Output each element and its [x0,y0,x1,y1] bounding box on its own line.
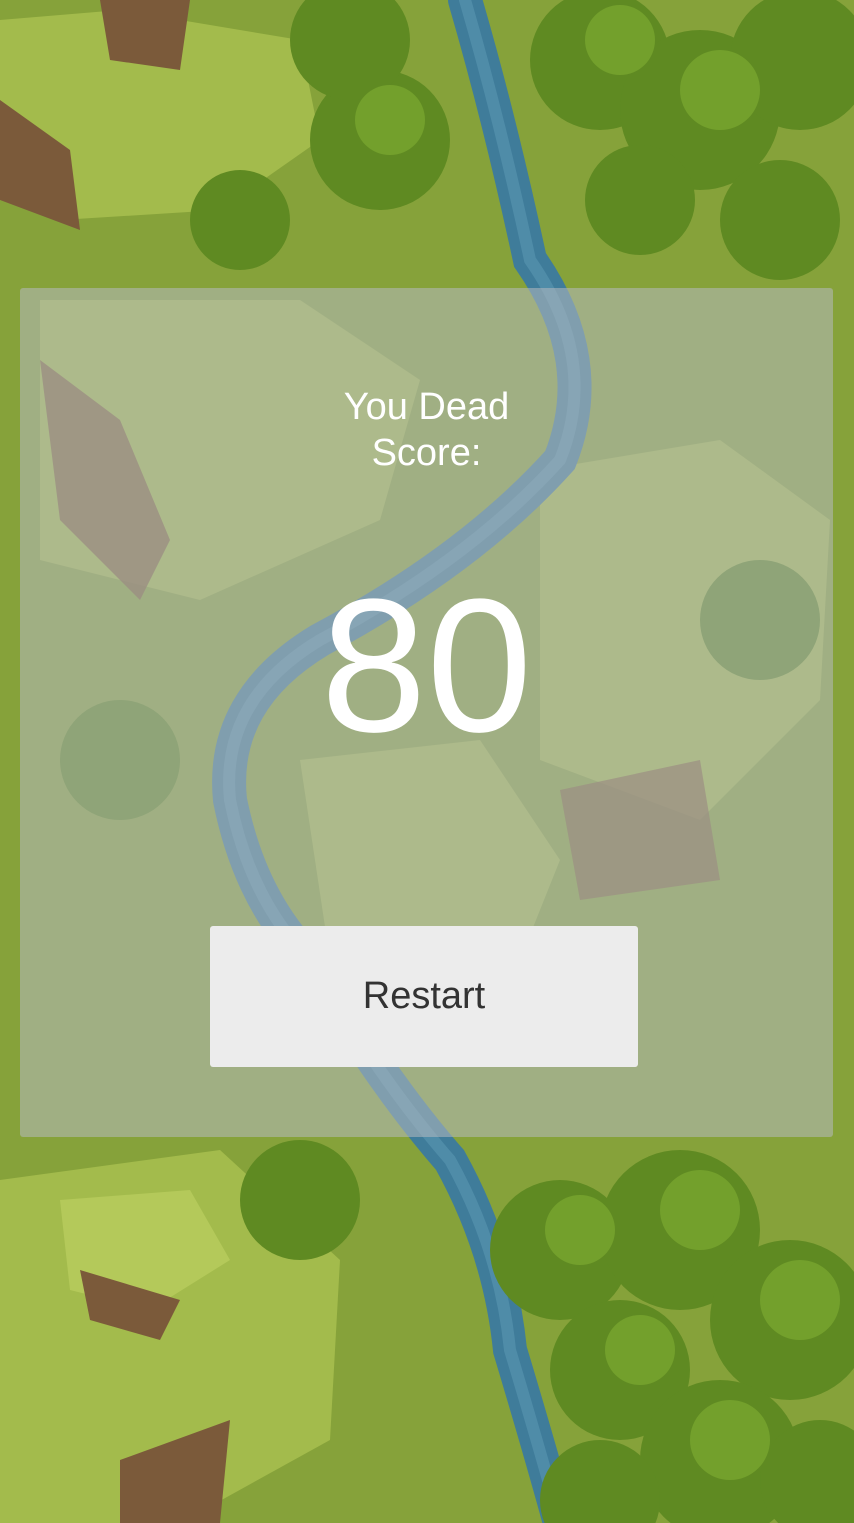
game-over-title: You Dead Score: [20,384,833,476]
game-over-dialog: You Dead Score: 80 Restart [20,288,833,1137]
score-value: 80 [320,560,533,772]
restart-button[interactable]: Restart [210,926,638,1067]
score-label: Score: [371,432,482,474]
you-dead-label: You Dead [343,386,510,428]
